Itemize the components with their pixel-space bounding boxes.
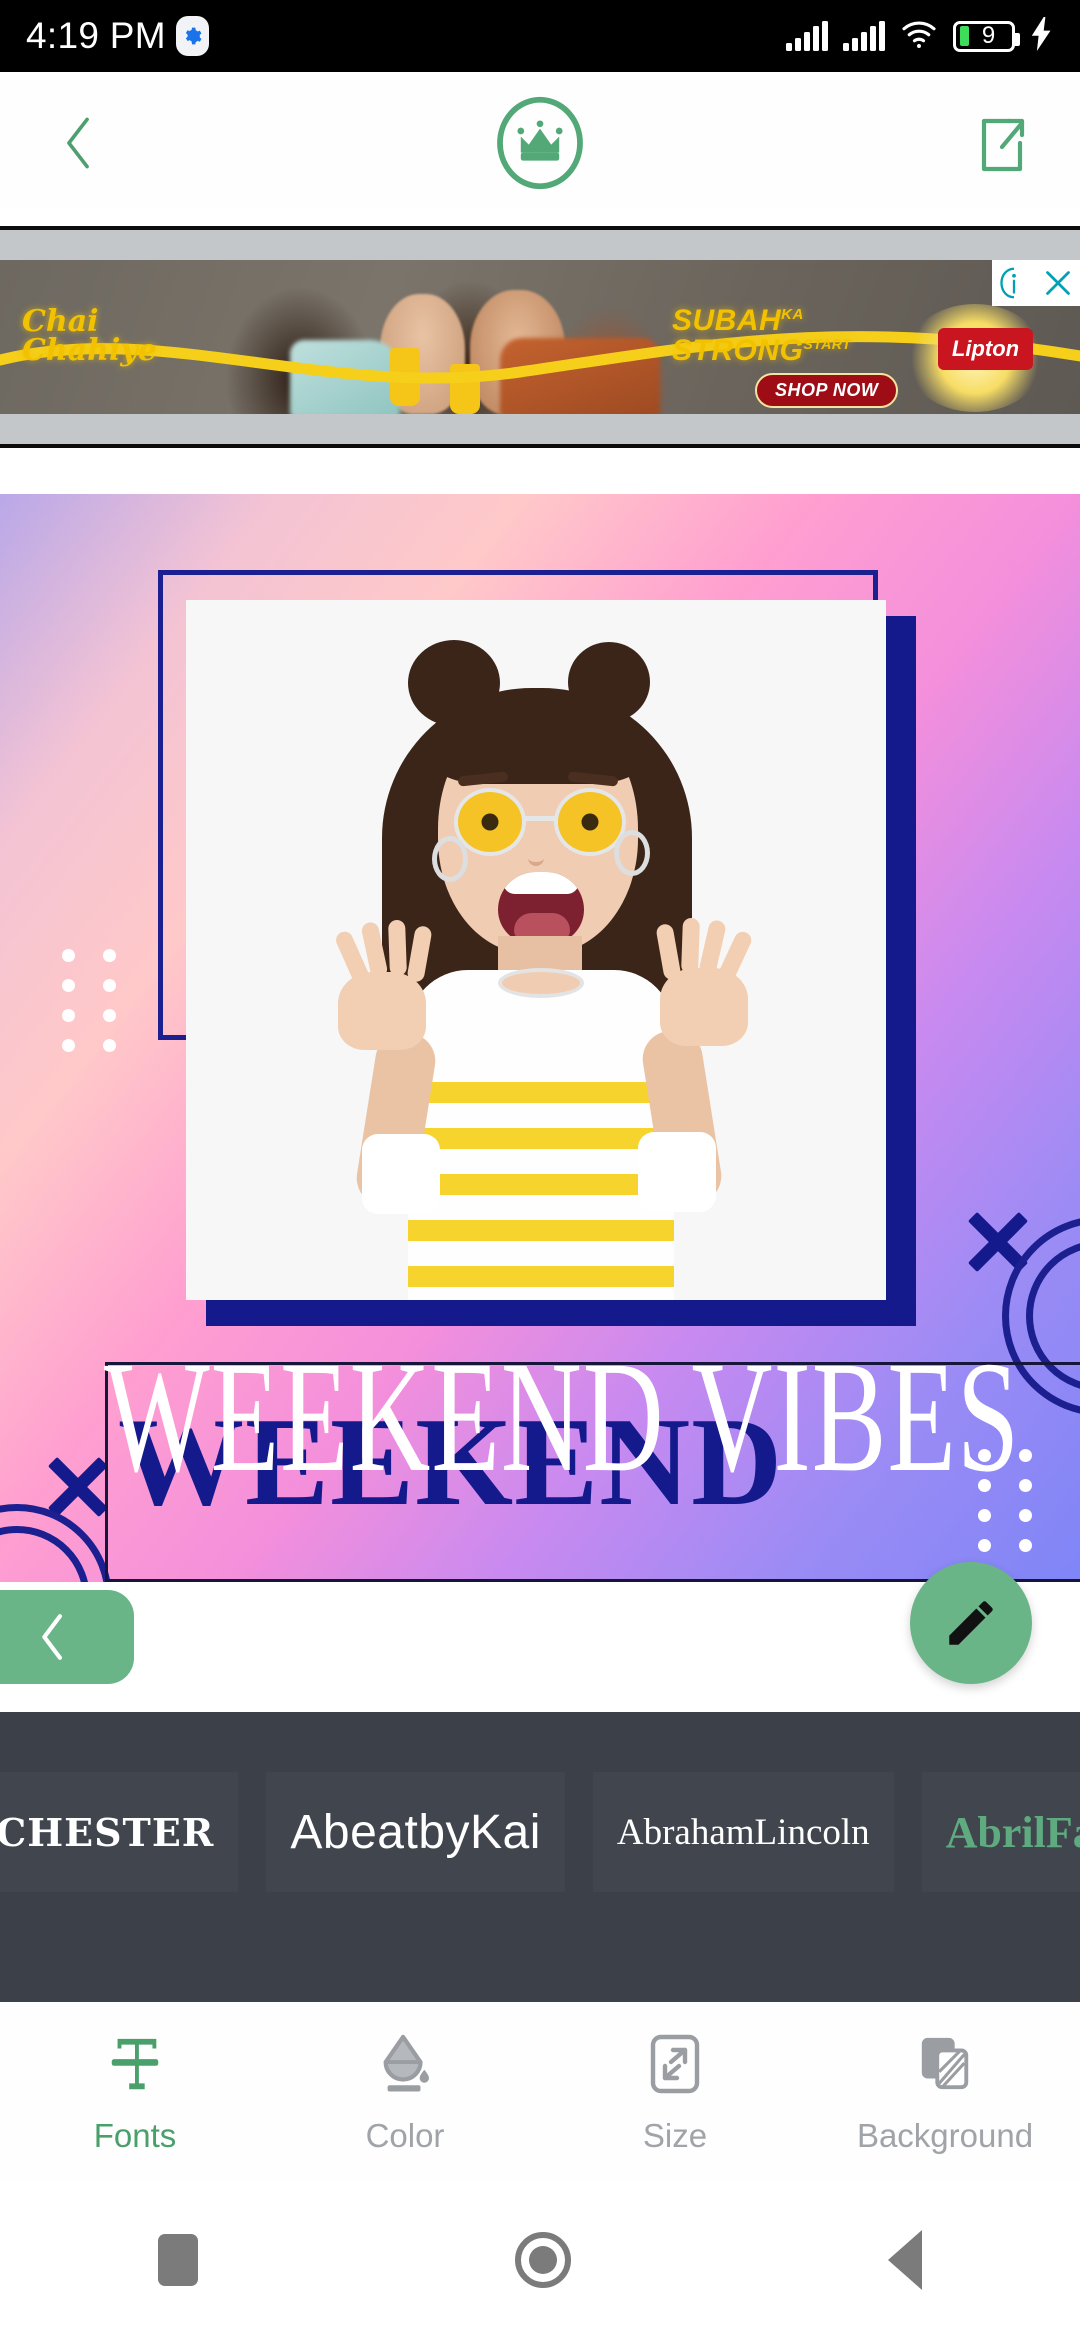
font-option-chip-selected[interactable]: AbrilFatface-Regular	[921, 1772, 1080, 1892]
canvas-action-bar	[0, 1562, 1080, 1712]
ad-tagline-sup2: START	[803, 336, 852, 352]
ad-tagline-line1: SUBAH	[672, 304, 782, 337]
text-format-icon	[107, 2027, 163, 2101]
paint-bucket-icon	[376, 2027, 434, 2101]
advertisement-banner[interactable]: Chai Chahiye SUBAHKA STRONGSTART SHOP NO…	[0, 226, 1080, 448]
toolbar-label: Size	[642, 2117, 708, 2154]
ad-brand-logo: Lipton	[938, 328, 1033, 370]
toolbar-label: Fonts	[93, 2117, 177, 2154]
ad-bottom-filler	[0, 414, 1080, 444]
ad-tagline-line2: STRONG	[672, 334, 804, 367]
charging-bolt-icon	[1030, 16, 1054, 56]
app-header	[0, 76, 1080, 209]
toolbar-item-background[interactable]: Background	[810, 2002, 1080, 2180]
canvas-layers: WEEKEND WEEKEND VIBES	[0, 494, 1080, 1582]
status-bar-icons: 9	[786, 16, 1054, 56]
ad-headline-line2: Chahiye	[22, 332, 157, 368]
font-option-chip[interactable]: AbeatbyKai	[266, 1772, 565, 1892]
header-back-button[interactable]	[40, 105, 116, 181]
ad-headline: Chai Chahiye	[22, 307, 157, 368]
ad-tagline-sup1: KA	[781, 306, 804, 323]
back-triangle-icon[interactable]	[887, 2230, 922, 2290]
battery-fill	[960, 26, 969, 46]
crown-logo-icon[interactable]	[490, 93, 590, 193]
status-bar-clock: 4:19 PM	[26, 15, 166, 56]
resize-icon	[647, 2027, 703, 2101]
font-picker-strip[interactable]: CHESTER AbeatbyKai AbrahamLincoln AbrilF…	[0, 1712, 1080, 2002]
ad-controls[interactable]	[992, 260, 1080, 306]
phone-screen: 4:19 PM 9 Chai Chahiye SUBAHKA STRONGSTA…	[0, 0, 1080, 2340]
battery-indicator: 9	[953, 20, 1020, 52]
editor-toolbar: Fonts Color Size Background	[0, 2002, 1080, 2180]
toolbar-item-size[interactable]: Size	[540, 2002, 810, 2180]
cellular-signal-icon	[786, 21, 828, 51]
toolbar-label: Color	[365, 2117, 445, 2154]
wifi-icon	[900, 19, 938, 54]
home-circle-icon[interactable]	[514, 2232, 571, 2288]
ad-close-icon[interactable]	[1036, 260, 1080, 306]
cellular-signal-icon	[843, 21, 885, 51]
toolbar-item-fonts[interactable]: Fonts	[0, 2002, 270, 2180]
ad-shop-now-button[interactable]: SHOP NOW	[755, 373, 899, 408]
ad-tagline: SUBAHKA STRONGSTART	[672, 306, 851, 366]
edit-fab-button[interactable]	[910, 1562, 1032, 1684]
toolbar-item-color[interactable]: Color	[270, 2002, 540, 2180]
design-canvas[interactable]: WEEKEND WEEKEND VIBES	[0, 494, 1080, 1582]
ad-top-filler	[0, 230, 1080, 260]
headline-front-layer[interactable]: WEEKEND VIBES	[104, 1338, 1020, 1497]
woman-photo-illustration	[186, 600, 886, 1300]
android-navigation-bar	[0, 2180, 1080, 2340]
status-bar: 4:19 PM 9	[0, 0, 1080, 72]
recents-square-icon[interactable]	[158, 2234, 199, 2286]
canvas-back-button[interactable]	[0, 1590, 134, 1684]
toolbar-label: Background	[856, 2117, 1034, 2154]
ad-creative[interactable]: Chai Chahiye SUBAHKA STRONGSTART SHOP NO…	[0, 260, 1080, 414]
battery-level-text: 9	[981, 22, 996, 49]
share-export-icon[interactable]	[964, 105, 1040, 181]
adchoices-info-icon[interactable]	[992, 260, 1036, 306]
photo-element[interactable]	[186, 600, 886, 1300]
font-option-chip[interactable]: AbrahamLincoln	[592, 1772, 894, 1892]
background-layers-icon	[916, 2027, 974, 2101]
font-option-chip[interactable]: CHESTER	[0, 1772, 239, 1892]
settings-gear-icon	[175, 16, 209, 56]
